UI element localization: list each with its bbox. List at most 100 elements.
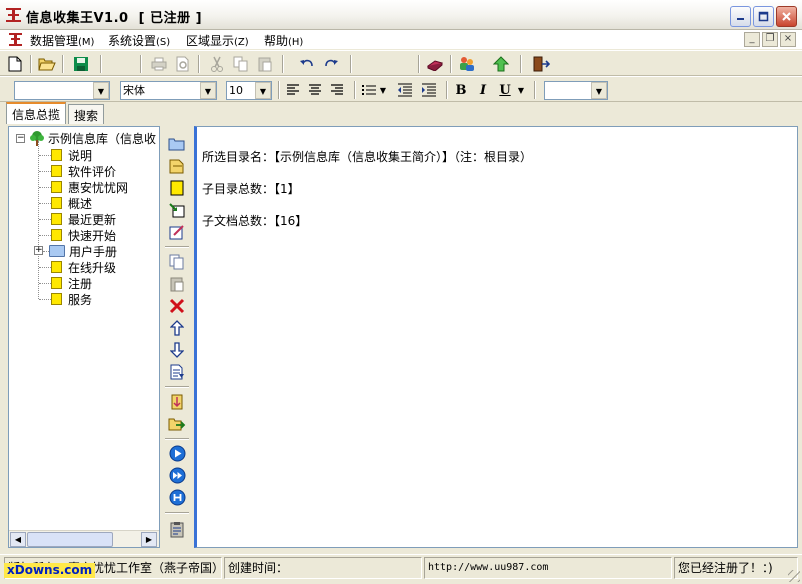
tab-overview[interactable]: 信息总揽 xyxy=(6,102,67,124)
scroll-thumb[interactable] xyxy=(27,532,113,547)
tree-item[interactable]: 最近更新 xyxy=(51,211,116,227)
font-size-value: 10 xyxy=(229,84,243,97)
vertical-toolbar xyxy=(162,126,192,548)
tree-item[interactable]: 在线升级 xyxy=(51,259,116,275)
maximize-button[interactable] xyxy=(753,6,774,27)
align-center-button[interactable] xyxy=(304,80,326,100)
subdirectory-count-line: 子目录总数：【1】 xyxy=(202,182,300,196)
new-document-button[interactable] xyxy=(4,54,26,74)
indent-button[interactable] xyxy=(418,80,440,100)
exit-button[interactable] xyxy=(530,54,552,74)
chevron-down-icon[interactable]: ▼ xyxy=(591,82,607,99)
new-folder-icon xyxy=(168,138,185,150)
properties-button[interactable] xyxy=(167,362,187,381)
underline-button[interactable]: U xyxy=(494,80,516,100)
format-toolbar: ▼ 宋体 ▼ 10 ▼ ▼ B I U ▼ ▼ xyxy=(0,76,802,102)
align-right-button[interactable] xyxy=(326,80,348,100)
color-select[interactable]: ▼ xyxy=(544,81,608,100)
print-preview-button[interactable] xyxy=(172,54,194,74)
new-note-button[interactable] xyxy=(167,178,187,197)
collapse-root-toggle[interactable]: − xyxy=(16,134,25,143)
mdi-close-button[interactable]: × xyxy=(780,32,796,47)
tree-item[interactable]: 快速开始 xyxy=(51,227,116,243)
note-icon xyxy=(51,197,62,209)
redo-button[interactable] xyxy=(320,54,342,74)
play-button[interactable] xyxy=(167,444,187,463)
open-button[interactable] xyxy=(36,54,58,74)
home-up-icon xyxy=(493,56,509,72)
book-button[interactable] xyxy=(424,54,446,74)
menu-label: 系统设置 xyxy=(108,34,157,48)
clipboard-button[interactable] xyxy=(167,520,187,539)
style-select[interactable]: ▼ xyxy=(14,81,110,100)
sort-button[interactable] xyxy=(167,392,187,411)
clipboard-icon xyxy=(170,522,184,538)
outdent-button[interactable] xyxy=(394,80,416,100)
document-count-line: 子文档总数：【16】 xyxy=(202,214,308,228)
underline-dropdown[interactable]: ▼ xyxy=(514,80,528,100)
tree-item[interactable]: 注册 xyxy=(51,275,92,291)
move-up-button[interactable] xyxy=(167,318,187,337)
new-folder-button[interactable] xyxy=(167,134,187,153)
tree-item[interactable]: 惠安忧忧网 xyxy=(51,179,128,195)
users-button[interactable] xyxy=(456,54,478,74)
scroll-left-icon[interactable]: ◀ xyxy=(10,532,26,547)
tree-item[interactable]: 说明 xyxy=(51,147,92,163)
tree-folder[interactable]: 用户手册 xyxy=(49,243,117,259)
bullet-list-dropdown[interactable]: ▼ xyxy=(376,80,390,100)
import-button[interactable] xyxy=(167,200,187,219)
menu-label: 帮助 xyxy=(264,34,289,48)
undo-icon xyxy=(300,59,313,67)
cut-button[interactable] xyxy=(206,54,228,74)
align-left-button[interactable] xyxy=(282,80,304,100)
mdi-restore-button[interactable]: ❐ xyxy=(762,32,778,47)
title-bar: 信息收集王V1.0 [ 已注册 ] xyxy=(0,0,802,30)
close-button[interactable] xyxy=(776,6,797,27)
tab-search[interactable]: 搜索 xyxy=(68,104,105,124)
chevron-down-icon[interactable]: ▼ xyxy=(93,82,109,99)
minimize-button[interactable] xyxy=(730,6,751,27)
tree-item[interactable]: 概述 xyxy=(51,195,92,211)
users-icon xyxy=(460,57,474,71)
tree-horizontal-scrollbar[interactable]: ◀ ▶ xyxy=(9,530,159,547)
font-size-select[interactable]: 10 ▼ xyxy=(226,81,272,100)
italic-button[interactable]: I xyxy=(472,80,494,100)
menu-help[interactable]: 帮助(H) xyxy=(264,32,303,49)
paste-node-button[interactable] xyxy=(167,274,187,293)
open-folder-button[interactable] xyxy=(167,156,187,175)
edit-properties-button[interactable] xyxy=(167,222,187,241)
resize-grip-icon[interactable] xyxy=(788,570,800,582)
chevron-down-icon[interactable]: ▼ xyxy=(255,82,271,99)
fast-forward-button[interactable] xyxy=(167,466,187,485)
paste-button[interactable] xyxy=(254,54,276,74)
open-folder-icon xyxy=(38,58,56,71)
chevron-down-icon[interactable]: ▼ xyxy=(200,82,216,99)
menu-area-display[interactable]: 区域显示(Z) xyxy=(186,32,249,49)
help-circle-button[interactable] xyxy=(167,488,187,507)
expand-folder-toggle[interactable]: + xyxy=(34,246,43,255)
copy-node-button[interactable] xyxy=(167,252,187,271)
move-down-button[interactable] xyxy=(167,340,187,359)
scroll-right-icon[interactable]: ▶ xyxy=(141,532,157,547)
mdi-minimize-button[interactable]: _ xyxy=(744,32,760,47)
export-button[interactable] xyxy=(167,414,187,433)
save-button[interactable] xyxy=(70,54,92,74)
font-select[interactable]: 宋体 ▼ xyxy=(120,81,217,100)
directory-tree[interactable]: − 示例信息库（信息收 说明 软件评价 惠安忧忧网 概述 最近更新 快速开始 +… xyxy=(8,126,160,548)
menu-system-settings[interactable]: 系统设置(S) xyxy=(108,32,170,49)
copy-button[interactable] xyxy=(230,54,252,74)
bold-button[interactable]: B xyxy=(450,80,472,100)
tree-item[interactable]: 软件评价 xyxy=(51,163,116,179)
info-content-pane[interactable]: 所选目录名：【示例信息库（信息收集王简介）】（注：根目录） 子目录总数：【1】 … xyxy=(194,126,798,548)
app-logo-icon xyxy=(6,8,21,22)
menu-accel: (S) xyxy=(156,37,171,48)
home-up-button[interactable] xyxy=(490,54,512,74)
document-system-icon[interactable] xyxy=(8,32,23,47)
tree-root-label: 示例信息库（信息收 xyxy=(48,131,157,146)
print-button[interactable] xyxy=(148,54,170,74)
menu-data-management[interactable]: 数据管理(M) xyxy=(30,32,94,49)
tree-root[interactable]: 示例信息库（信息收 xyxy=(29,130,156,146)
undo-button[interactable] xyxy=(296,54,318,74)
delete-button[interactable] xyxy=(167,296,187,315)
tree-item[interactable]: 服务 xyxy=(51,291,92,307)
